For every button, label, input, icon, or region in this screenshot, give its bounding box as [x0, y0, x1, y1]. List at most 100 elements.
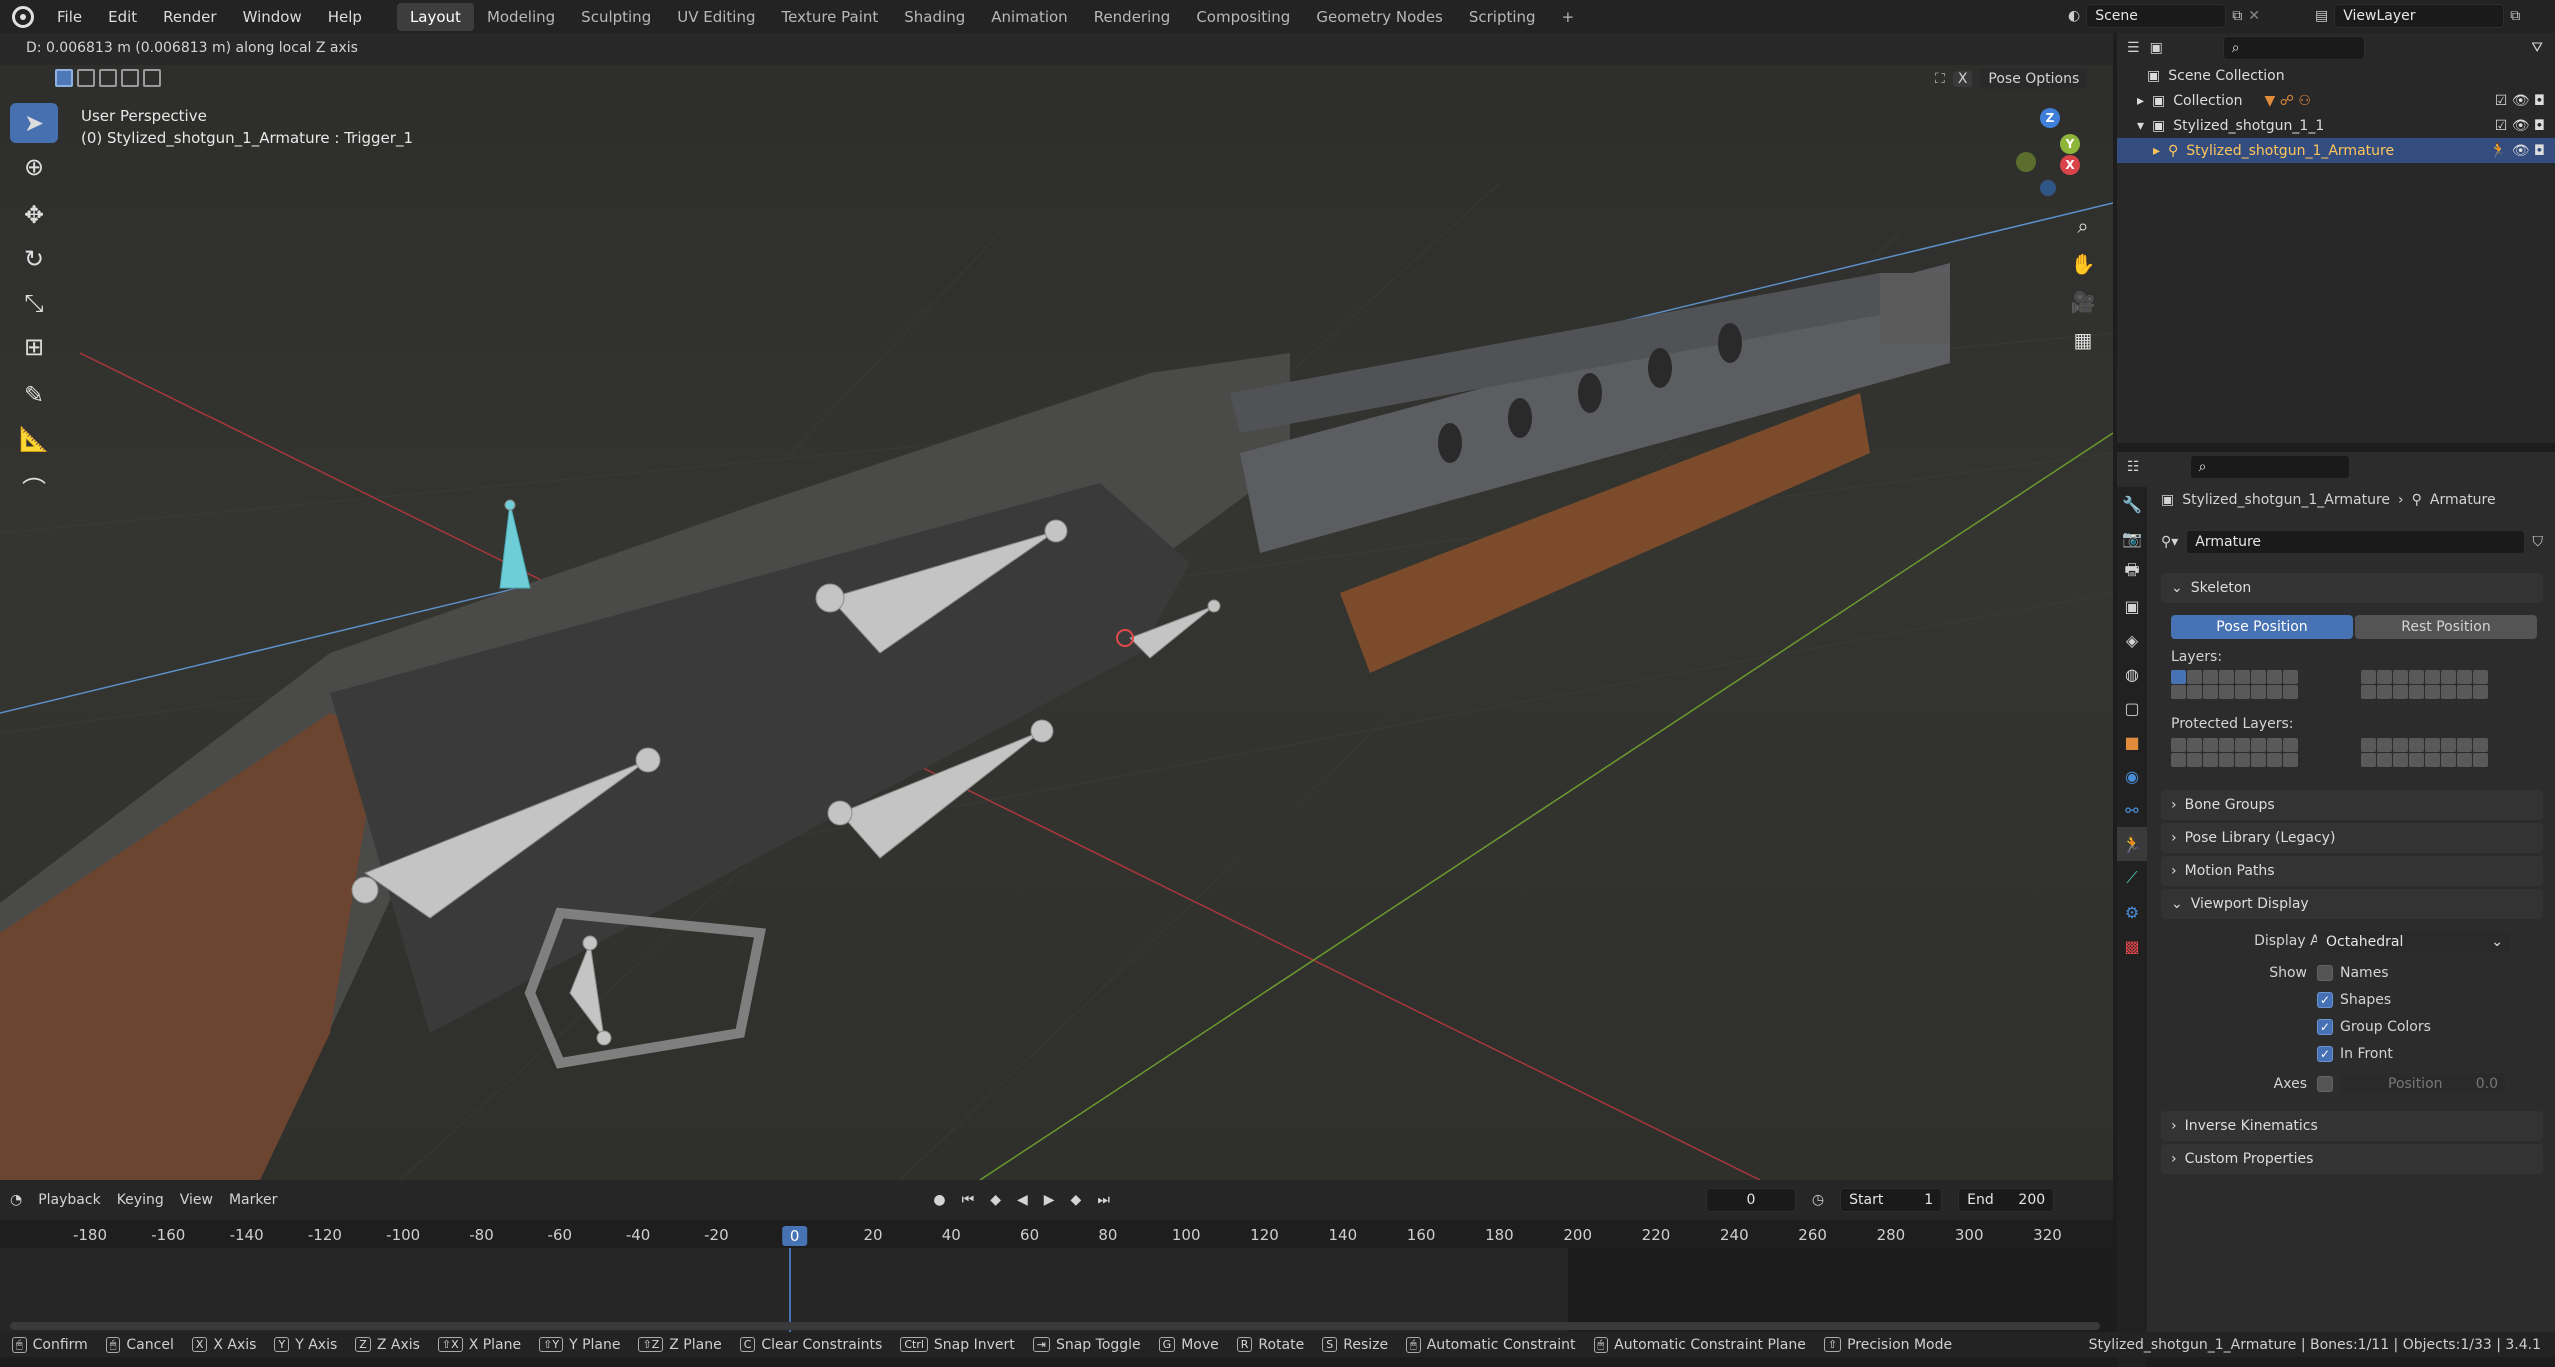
bone-groups-panel-header[interactable]: › Bone Groups [2161, 790, 2543, 820]
scene-tab-icon[interactable]: ◈ [2117, 623, 2147, 657]
timeline-scrollbar[interactable] [10, 1322, 2100, 1330]
menu-view[interactable]: View [180, 1192, 213, 1208]
armature-data-icon[interactable]: ⚲▾ [2161, 534, 2178, 550]
expand-arrow-icon[interactable]: ▾ [2137, 118, 2144, 134]
tab-texture-paint[interactable]: Texture Paint [768, 3, 891, 31]
outliner-editor-icon[interactable]: ☰ [2127, 40, 2140, 56]
outliner-row-shotgun-collection[interactable]: ▾ ▣ Stylized_shotgun_1_1 ☑ 👁 ◘ [2117, 113, 2555, 138]
layers-grid-a[interactable] [2171, 670, 2298, 699]
tab-compositing[interactable]: Compositing [1183, 3, 1303, 31]
menu-edit[interactable]: Edit [95, 8, 150, 26]
outliner-search-field[interactable]: ⌕ [2222, 36, 2365, 60]
visibility-icons[interactable]: 🏃 👁 ◘ [2490, 143, 2545, 159]
view-layer-icon[interactable]: ▤ [2315, 8, 2328, 24]
protected-layers-grid-a[interactable] [2171, 738, 2298, 767]
in-front-checkbox[interactable]: ✓ [2317, 1046, 2333, 1062]
x-axis-icon[interactable]: X [2060, 155, 2080, 175]
pose-options-dropdown[interactable]: Pose Options [1980, 69, 2088, 89]
texture-tab-icon[interactable]: ▩ [2117, 929, 2147, 963]
inverse-kinematics-panel-header[interactable]: › Inverse Kinematics [2161, 1111, 2543, 1141]
select-subtract-icon[interactable] [99, 69, 117, 87]
menu-marker[interactable]: Marker [229, 1192, 277, 1208]
display-as-dropdown[interactable]: Octahedral ⌄ [2317, 930, 2512, 954]
neg-y-axis-icon[interactable] [2016, 152, 2036, 172]
expand-arrow-icon[interactable]: ▸ [2137, 93, 2144, 109]
tab-animation[interactable]: Animation [978, 3, 1080, 31]
jump-start-icon[interactable]: ⏮ [962, 1192, 975, 1208]
render-tab-icon[interactable]: 📷 [2117, 521, 2147, 555]
shapes-checkbox[interactable]: ✓ [2317, 992, 2333, 1008]
bone-tab-icon[interactable]: ⟋ [2117, 861, 2147, 895]
menu-render[interactable]: Render [150, 8, 229, 26]
gizmo-toggle-icon[interactable]: ⛶ [1935, 71, 1945, 87]
pose-library-panel-header[interactable]: › Pose Library (Legacy) [2161, 823, 2543, 853]
output-tab-icon[interactable]: 🖶 [2117, 555, 2147, 589]
outliner-row-collection[interactable]: ▸ ▣ Collection ▼ ☍ ⚇ ☑ 👁 ◘ [2117, 88, 2555, 113]
play-reverse-icon[interactable]: ◀ [1017, 1192, 1028, 1208]
outliner-row-armature[interactable]: ▸ ⚲ Stylized_shotgun_1_Armature 🏃 👁 ◘ [2117, 138, 2555, 163]
annotate-icon[interactable]: ✎ [10, 375, 58, 415]
blender-logo-icon[interactable] [12, 5, 34, 28]
world-tab-icon[interactable]: ◍ [2117, 657, 2147, 691]
stopwatch-icon[interactable]: ◷ [1812, 1192, 1824, 1208]
viewport-display-panel-header[interactable]: ⌄ Viewport Display [2161, 889, 2543, 919]
motion-paths-panel-header[interactable]: › Motion Paths [2161, 856, 2543, 886]
tool-tab-icon[interactable]: 🔧 [2117, 487, 2147, 521]
zoom-icon[interactable]: ⌕ [2070, 213, 2096, 239]
group-colors-checkbox-row[interactable]: ✓ Group Colors [2317, 1019, 2431, 1035]
measure-icon[interactable]: 📐 [10, 419, 58, 459]
axes-position-field[interactable]: Position 0.0 [2339, 1072, 2507, 1096]
shapes-checkbox-row[interactable]: ✓ Shapes [2317, 992, 2391, 1008]
menu-playback[interactable]: Playback [38, 1192, 100, 1208]
start-frame-field[interactable]: Start 1 [1840, 1188, 1943, 1212]
armature-data-tab-icon[interactable]: 🏃 [2117, 827, 2147, 861]
skeleton-panel-header[interactable]: ⌄ Skeleton [2161, 573, 2543, 603]
display-mode-icon[interactable]: ▣ [2150, 40, 2163, 56]
visibility-icons[interactable]: ☑ 👁 ◘ [2495, 93, 2545, 109]
object-tab-icon[interactable]: ■ [2117, 725, 2147, 759]
scene-icon[interactable]: ◐ [2068, 8, 2080, 24]
outliner-row-scene-collection[interactable]: ▣ Scene Collection [2117, 63, 2555, 88]
play-icon[interactable]: ▶ [1044, 1192, 1055, 1208]
end-frame-field[interactable]: End 200 [1958, 1188, 2055, 1212]
select-intersect-icon[interactable] [143, 69, 161, 87]
bone-constraints-tab-icon[interactable]: ⚙ [2117, 895, 2147, 929]
collection-tab-icon[interactable]: ▢ [2117, 691, 2147, 725]
editor-type-icon[interactable]: ◔ [10, 1192, 22, 1208]
select-new-icon[interactable] [55, 69, 73, 87]
axes-checkbox[interactable] [2317, 1076, 2333, 1092]
next-keyframe-icon[interactable]: ◆ [1071, 1192, 1082, 1208]
prev-keyframe-icon[interactable]: ◆ [990, 1192, 1001, 1208]
cursor-icon[interactable]: ⊕ [10, 147, 58, 187]
filter-icon[interactable]: ⛛ [2531, 40, 2543, 56]
tab-geometry-nodes[interactable]: Geometry Nodes [1303, 3, 1456, 31]
scene-field[interactable]: Scene [2086, 4, 2227, 28]
menu-keying[interactable]: Keying [117, 1192, 164, 1208]
select-box-icon[interactable]: ➤ [10, 103, 58, 143]
tab-shading[interactable]: Shading [891, 3, 978, 31]
current-frame-field[interactable]: 0 [1705, 1188, 1796, 1212]
select-extend-icon[interactable] [77, 69, 95, 87]
protected-layers-grid-b[interactable] [2361, 738, 2488, 767]
pose-position-button[interactable]: Pose Position [2171, 615, 2353, 639]
navigation-gizmo[interactable]: Z Y X [2000, 108, 2080, 228]
z-axis-icon[interactable]: Z [2040, 108, 2060, 128]
tab-modeling[interactable]: Modeling [474, 3, 568, 31]
y-axis-icon[interactable]: Y [2060, 134, 2080, 154]
jump-end-icon[interactable]: ⏭ [1097, 1192, 1110, 1208]
tab-layout[interactable]: Layout [396, 2, 474, 31]
3d-viewport[interactable]: D: 0.006813 m (0.006813 m) along local Z… [0, 33, 2113, 1180]
transform-icon[interactable]: ⊞ [10, 327, 58, 367]
in-front-checkbox-row[interactable]: ✓ In Front [2317, 1046, 2393, 1062]
camera-icon[interactable]: 🎥 [2070, 289, 2096, 315]
move-icon[interactable]: ✥ [10, 195, 58, 235]
tab-rendering[interactable]: Rendering [1081, 3, 1184, 31]
x-mirror-button[interactable]: X [1952, 71, 1973, 87]
group-colors-checkbox[interactable]: ✓ [2317, 1019, 2333, 1035]
expand-arrow-icon[interactable]: ▸ [2153, 143, 2160, 159]
playhead[interactable] [789, 1248, 791, 1332]
select-invert-icon[interactable] [121, 69, 139, 87]
layers-grid-b[interactable] [2361, 670, 2488, 699]
names-checkbox-row[interactable]: Names [2317, 965, 2389, 981]
bone-size-icon[interactable]: ⌒ [10, 467, 58, 507]
